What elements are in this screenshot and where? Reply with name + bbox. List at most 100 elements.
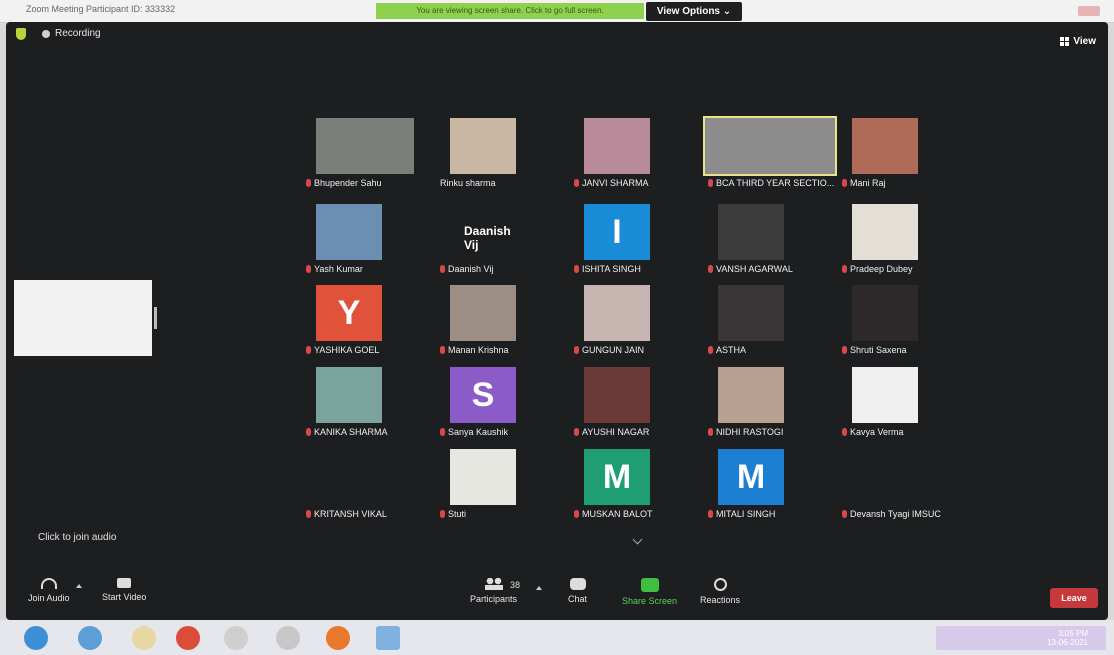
- participant-name: Rinku sharma: [440, 178, 496, 188]
- file-explorer-icon[interactable]: [132, 626, 156, 650]
- participant-name: ASTHA: [716, 345, 747, 355]
- participant-name: GUNGUN JAIN: [582, 345, 645, 355]
- participant-video: [852, 285, 918, 341]
- window-controls[interactable]: [1078, 6, 1100, 16]
- reactions-button[interactable]: Reactions: [700, 578, 740, 605]
- participant-video: [316, 204, 382, 260]
- participant-name: NIDHI RASTOGI: [716, 427, 784, 437]
- mic-muted-icon: [574, 265, 579, 273]
- share-screen-icon: [640, 578, 659, 592]
- view-button[interactable]: View: [1060, 36, 1096, 47]
- mic-muted-icon: [708, 510, 713, 518]
- participant-name-bar: Devansh Tyagi IMSUC: [842, 507, 1012, 521]
- participant-name: Shruti Saxena: [850, 345, 907, 355]
- mic-muted-icon: [708, 265, 713, 273]
- participant-video: [718, 285, 784, 341]
- chat-label: Chat: [568, 594, 588, 604]
- participant-name: ISHITA SINGH: [582, 264, 641, 274]
- participant-display-name: Daanish Vij: [464, 224, 511, 252]
- mic-muted-icon: [440, 346, 445, 354]
- participant-video: [584, 367, 650, 423]
- join-audio-notice[interactable]: Click to join audio: [38, 532, 116, 543]
- participant-name: Bhupender Sahu: [314, 178, 382, 188]
- system-clock: 3:05 PM 13-06-2021: [1047, 629, 1088, 647]
- mic-muted-icon: [842, 346, 847, 354]
- mic-muted-icon: [842, 428, 847, 436]
- start-button-icon[interactable]: [24, 626, 48, 650]
- mic-muted-icon: [306, 510, 311, 518]
- share-screen-button[interactable]: Share Screen: [622, 578, 677, 606]
- participant-video: [584, 285, 650, 341]
- mic-muted-icon: [842, 510, 847, 518]
- mic-muted-icon: [574, 346, 579, 354]
- meeting-area: Recording View Bhupender Sahu Rinku sharm…: [6, 22, 1108, 620]
- mic-muted-icon: [440, 428, 445, 436]
- participant-name: MUSKAN BALOT: [582, 509, 653, 519]
- join-audio-label: Join Audio: [28, 593, 70, 603]
- windows-taskbar: 3:05 PM 13-06-2021: [0, 620, 1114, 655]
- join-audio-button[interactable]: Join Audio: [28, 578, 70, 603]
- participant-name: YASHIKA GOEL: [314, 345, 380, 355]
- participant-name: VANSH AGARWAL: [716, 264, 793, 274]
- participant-video: [316, 118, 414, 174]
- view-options-button[interactable]: View Options ⌄: [646, 2, 742, 21]
- participant-name: AYUSHI NAGAR: [582, 427, 650, 437]
- participant-name: MITALI SINGH: [716, 509, 776, 519]
- reactions-label: Reactions: [700, 595, 741, 605]
- participant-video: [718, 204, 784, 260]
- participant-name: JANVI SHARMA: [582, 178, 649, 188]
- view-label: View: [1073, 36, 1096, 47]
- mic-muted-icon: [440, 265, 445, 273]
- headphone-icon: [40, 578, 57, 589]
- avatar: M: [584, 449, 650, 505]
- participant-name: Kavya Verma: [850, 427, 904, 437]
- participant-video: [316, 367, 382, 423]
- participant-video: [852, 367, 918, 423]
- chevron-down-icon[interactable]: [632, 534, 643, 545]
- participant-video: [852, 204, 918, 260]
- participant-name: Daanish Vij: [448, 264, 494, 274]
- mic-muted-icon: [306, 346, 311, 354]
- participant-video: [852, 118, 918, 174]
- participant-video: [718, 367, 784, 423]
- participant-video: [450, 449, 516, 505]
- participant-name: Yash Kumar: [314, 264, 363, 274]
- screen-share-banner[interactable]: You are viewing screen share. Click to g…: [376, 3, 644, 19]
- participant-name: KANIKA SHARMA: [314, 427, 388, 437]
- camera-icon: [117, 578, 132, 588]
- start-video-button[interactable]: Start Video: [102, 578, 146, 602]
- participant-name-bar: Shruti Saxena: [842, 343, 1012, 357]
- system-tray[interactable]: 3:05 PM 13-06-2021: [936, 626, 1106, 650]
- internet-explorer-icon[interactable]: [78, 626, 102, 650]
- mic-muted-icon: [574, 179, 579, 187]
- self-view-thumbnail[interactable]: [14, 280, 152, 356]
- chat-icon: [569, 578, 586, 590]
- mic-muted-icon: [574, 428, 579, 436]
- participant-name: Pradeep Dubey: [850, 264, 913, 274]
- avatar: M: [718, 449, 784, 505]
- self-view-drag-handle[interactable]: [154, 307, 157, 329]
- mic-muted-icon: [708, 179, 713, 187]
- firefox-icon[interactable]: [326, 626, 350, 650]
- participant-name-bar: Kavya Verma: [842, 425, 1012, 439]
- audio-options-caret-icon[interactable]: [76, 584, 82, 588]
- participant-video: [450, 118, 516, 174]
- participant-name-bar: Pradeep Dubey: [842, 262, 1012, 276]
- avatar: S: [450, 367, 516, 423]
- participants-options-caret-icon[interactable]: [536, 586, 542, 590]
- window-title-bar: Zoom Meeting Participant ID: 333332 You …: [0, 0, 1114, 23]
- zoom-app-icon[interactable]: [376, 626, 400, 650]
- leave-button[interactable]: Leave: [1050, 588, 1098, 608]
- tool-icon[interactable]: [276, 626, 300, 650]
- mic-muted-icon: [440, 510, 445, 518]
- participant-video: [584, 118, 650, 174]
- recording-icon: [42, 30, 50, 38]
- mic-muted-icon: [708, 346, 713, 354]
- avatar: I: [584, 204, 650, 260]
- shield-icon[interactable]: [16, 28, 26, 40]
- mic-muted-icon: [842, 265, 847, 273]
- chat-button[interactable]: Chat: [568, 578, 587, 604]
- share-screen-label: Share Screen: [622, 596, 678, 606]
- media-player-icon[interactable]: [224, 626, 248, 650]
- chrome-icon[interactable]: [176, 626, 200, 650]
